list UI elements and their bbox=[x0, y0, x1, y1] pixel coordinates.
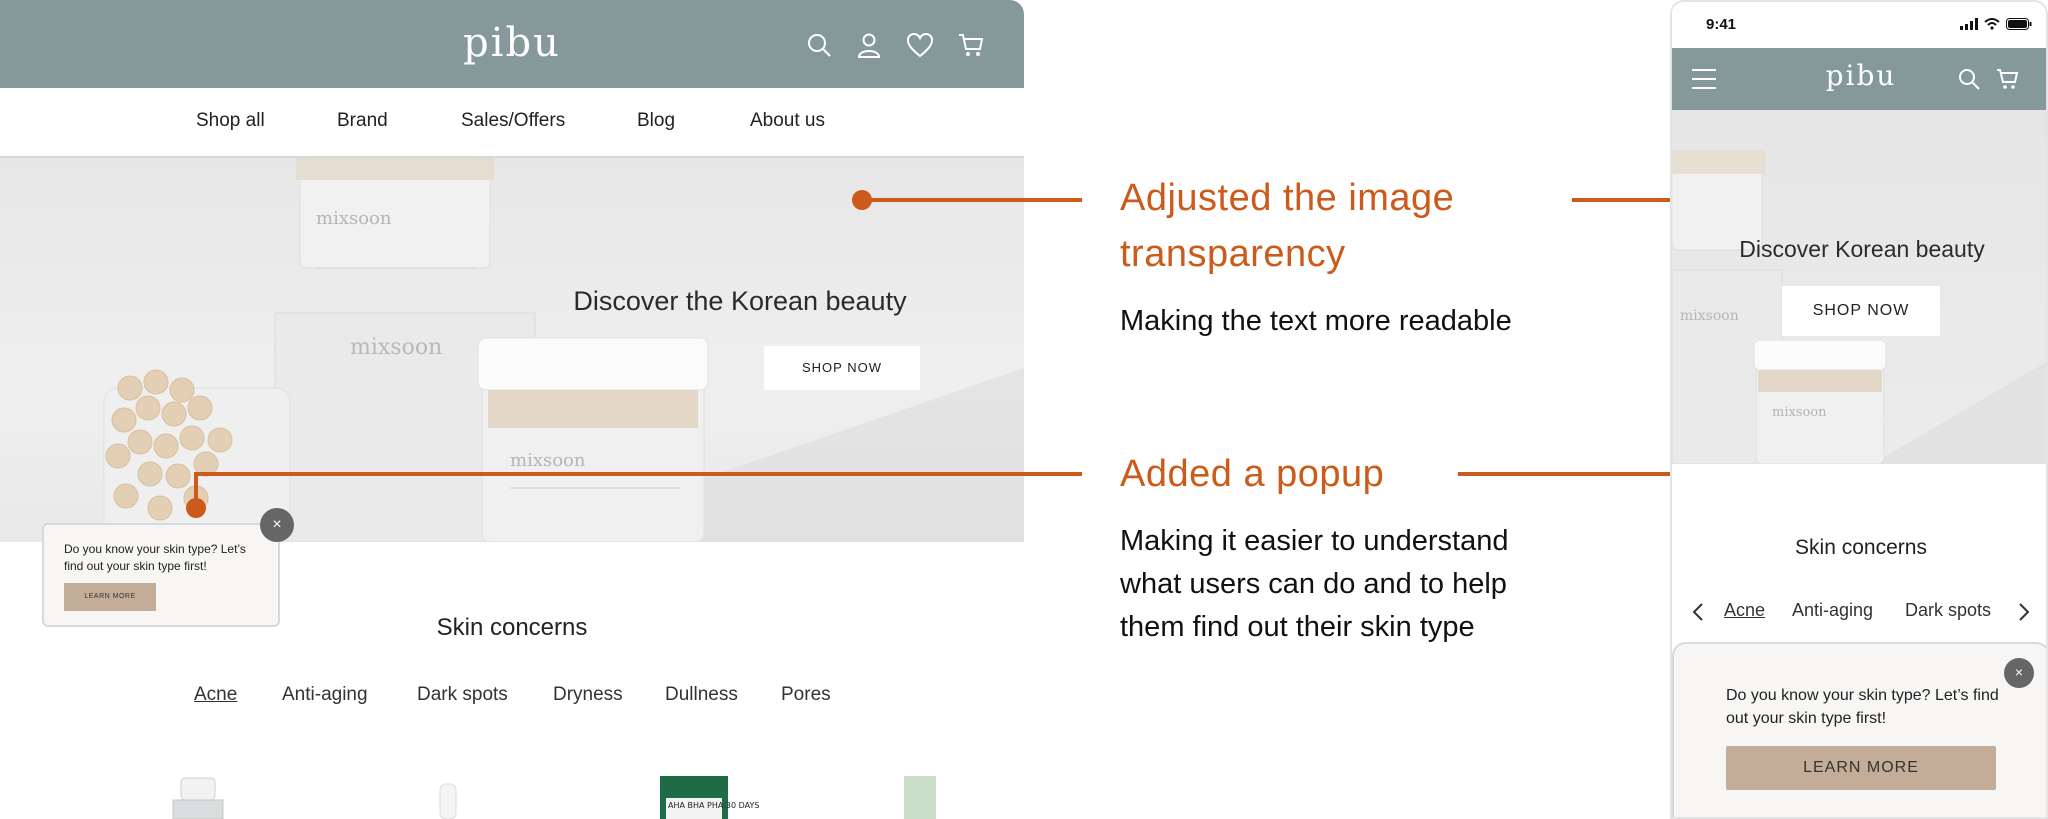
battery-icon bbox=[2006, 18, 2032, 30]
product-brand-text: mixsoon bbox=[350, 335, 442, 360]
desktop-header: pibu bbox=[0, 0, 1024, 88]
product-bottle-1[interactable] bbox=[172, 777, 224, 819]
annotation-1-title-line2: transparency bbox=[1120, 233, 1346, 275]
cart-icon[interactable] bbox=[1996, 68, 2020, 90]
status-bar: 9:41 bbox=[1672, 2, 2046, 48]
mobile-tab-acne[interactable]: Acne bbox=[1724, 600, 1765, 621]
nav-shop-all[interactable]: Shop all bbox=[196, 110, 265, 132]
nav-brand[interactable]: Brand bbox=[337, 110, 388, 132]
annotation-2-title: Added a popup bbox=[1120, 453, 1385, 495]
tab-acne[interactable]: Acne bbox=[194, 684, 237, 706]
hero-title: Discover the Korean beauty bbox=[573, 286, 907, 316]
nav-blog[interactable]: Blog bbox=[637, 110, 675, 132]
svg-text:mixsoon: mixsoon bbox=[1772, 405, 1827, 420]
wifi-icon bbox=[1984, 18, 2000, 30]
desktop-mockup: pibu Shop all Brand Sales/Offers Blog Ab… bbox=[0, 0, 1024, 819]
header-icons bbox=[806, 32, 984, 58]
annotation-2-description-line3: them find out their skin type bbox=[1120, 611, 1475, 643]
svg-text:mixsoon: mixsoon bbox=[316, 208, 392, 229]
chevron-left-icon[interactable] bbox=[1692, 602, 1704, 622]
status-icons bbox=[1960, 18, 2032, 30]
product-tube-4[interactable] bbox=[904, 776, 936, 819]
logo[interactable]: pibu bbox=[1672, 59, 2046, 92]
signal-icon bbox=[1960, 18, 1978, 30]
mobile-header: pibu bbox=[1672, 48, 2046, 110]
hero-banner: mixsoon mixsoon mixsoon Discover the Kor… bbox=[0, 158, 1024, 542]
popup-close-icon[interactable]: × bbox=[260, 508, 294, 542]
product-tube-label: AHA BHA PHA 30 DAYS bbox=[668, 801, 759, 810]
tab-dryness[interactable]: Dryness bbox=[553, 684, 623, 706]
mobile-tab-dark-spots[interactable]: Dark spots bbox=[1905, 600, 1991, 621]
main-nav: Shop all Brand Sales/Offers Blog About u… bbox=[0, 88, 1024, 158]
nav-about-us[interactable]: About us bbox=[750, 110, 825, 132]
search-icon[interactable] bbox=[806, 32, 832, 58]
mobile-mockup: 9:41 pibu mixsoon mixsoon Discover Korea… bbox=[1670, 0, 2048, 819]
mobile-popup-text: Do you know your skin type? Let’s find o… bbox=[1726, 687, 1999, 727]
popup-text: Do you know your skin type? Let’s find o… bbox=[64, 542, 246, 573]
shop-now-button[interactable]: SHOP NOW bbox=[764, 346, 920, 390]
svg-text:mixsoon: mixsoon bbox=[1680, 308, 1739, 324]
product-dropper-2[interactable] bbox=[439, 783, 457, 819]
annotation-1-description: Making the text more readable bbox=[1120, 305, 1512, 337]
heart-icon[interactable] bbox=[906, 32, 934, 58]
product-tube-3[interactable]: AHA BHA PHA 30 DAYS bbox=[660, 776, 759, 819]
status-time: 9:41 bbox=[1706, 16, 1737, 33]
mobile-learn-more-button[interactable]: LEARN MORE bbox=[1726, 746, 1996, 790]
search-icon[interactable] bbox=[1958, 68, 1980, 90]
svg-text:mixsoon: mixsoon bbox=[510, 450, 586, 471]
tab-dark-spots[interactable]: Dark spots bbox=[417, 684, 508, 706]
mobile-skin-type-popup: × Do you know your skin type? Let’s find… bbox=[1672, 642, 2046, 817]
skin-type-popup: Do you know your skin type? Let’s find o… bbox=[42, 523, 280, 627]
cart-icon[interactable] bbox=[958, 32, 984, 58]
chevron-right-icon[interactable] bbox=[2018, 602, 2030, 622]
product-thumbnails: AHA BHA PHA 30 DAYS bbox=[172, 776, 936, 819]
mobile-shop-now-button[interactable]: SHOP NOW bbox=[1782, 286, 1940, 336]
nav-sales-offers[interactable]: Sales/Offers bbox=[461, 110, 565, 132]
tab-dullness[interactable]: Dullness bbox=[665, 684, 738, 706]
mobile-skin-concerns-title: Skin concerns bbox=[1795, 536, 1927, 559]
mobile-hero-banner: mixsoon mixsoon Discover Korean beauty S… bbox=[1672, 110, 2046, 464]
mobile-popup-close-icon[interactable]: × bbox=[2004, 658, 2034, 688]
annotation-1-title-line1: Adjusted the image bbox=[1120, 177, 1455, 219]
mobile-tab-anti-aging[interactable]: Anti-aging bbox=[1792, 600, 1873, 621]
annotation-2-description-line1: Making it easier to understand bbox=[1120, 525, 1509, 557]
learn-more-button[interactable]: LEARN MORE bbox=[64, 583, 156, 611]
mobile-hero-title: Discover Korean beauty bbox=[1739, 236, 1985, 262]
tab-pores[interactable]: Pores bbox=[781, 684, 831, 706]
annotation-2-description-line2: what users can do and to help bbox=[1120, 568, 1507, 600]
tab-anti-aging[interactable]: Anti-aging bbox=[282, 684, 368, 706]
user-icon[interactable] bbox=[856, 32, 882, 58]
